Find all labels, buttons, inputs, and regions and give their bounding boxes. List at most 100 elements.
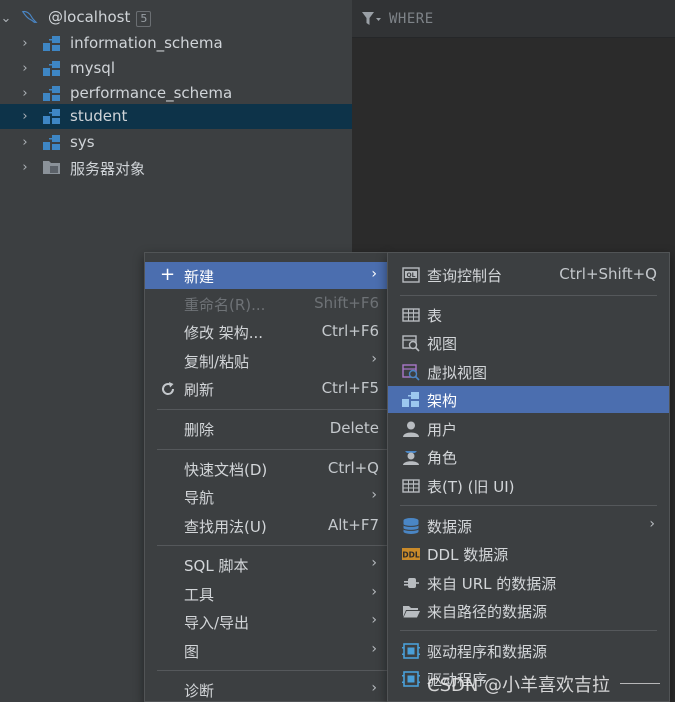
menu-item-shortcut: Ctrl+Q <box>327 459 379 477</box>
menu-item-virtual-view[interactable]: 虚拟视图 <box>388 358 669 385</box>
table-icon <box>402 308 420 322</box>
database-icon <box>403 518 419 534</box>
menu-item-schema[interactable]: 架构 <box>388 386 669 413</box>
schema-icon <box>43 109 60 124</box>
menu-item-label: 查询控制台 <box>427 267 503 285</box>
menu-item-copy-paste[interactable]: 复制/粘贴 › <box>145 347 387 374</box>
query-console-icon: QL <box>402 267 420 283</box>
menu-item-label: 图 <box>184 643 200 661</box>
chevron-right-icon[interactable]: › <box>19 109 31 124</box>
schema-count-badge: 5 <box>136 11 152 27</box>
menu-item-data-source-path[interactable]: 来自路径的数据源 <box>388 597 669 624</box>
tree-row-information-schema[interactable]: › information_schema <box>0 31 352 56</box>
menu-item-data-source-url[interactable]: 来自 URL 的数据源 <box>388 569 669 596</box>
schema-icon <box>43 86 60 101</box>
menu-item-shortcut: Ctrl+F5 <box>321 379 379 397</box>
tree-host-label: @localhost 5 <box>48 8 152 27</box>
menu-separator <box>157 545 387 546</box>
view-icon <box>402 335 420 352</box>
menu-item-diagram[interactable]: 图 › <box>145 637 387 664</box>
menu-item-drivers-and-sources[interactable]: 驱动程序和数据源 <box>388 637 669 664</box>
tree-row-student[interactable]: › student <box>0 104 352 129</box>
chevron-right-icon[interactable]: › <box>19 86 31 101</box>
chevron-right-icon: › <box>371 612 377 628</box>
chevron-right-icon: › <box>371 584 377 600</box>
menu-item-shortcut: Alt+F7 <box>327 516 379 534</box>
tree-row-server-objects[interactable]: › 服务器对象 <box>0 155 352 180</box>
svg-text:QL: QL <box>407 272 416 279</box>
menu-item-label: 表 <box>427 307 443 325</box>
driver-icon <box>402 671 420 687</box>
menu-item-modify-schema[interactable]: 修改 架构... Ctrl+F6 <box>145 318 387 345</box>
menu-item-new[interactable]: + 新建 › <box>145 262 387 289</box>
menu-item-delete[interactable]: 删除 Delete <box>145 415 387 442</box>
menu-item-label: 重命名(R)... <box>184 296 266 314</box>
role-icon <box>403 451 419 465</box>
tree-item-label: 服务器对象 <box>70 160 146 178</box>
watermark-line <box>620 683 660 684</box>
schema-icon <box>402 392 419 407</box>
menu-item-label: 查找用法(U) <box>184 518 267 536</box>
chevron-right-icon[interactable]: › <box>19 36 31 51</box>
open-folder-icon <box>403 606 420 618</box>
menu-separator <box>157 409 387 410</box>
ddl-icon: DDL <box>402 548 420 560</box>
tree-item-label: information_schema <box>70 34 223 52</box>
chevron-right-icon: › <box>371 487 377 503</box>
chevron-right-icon[interactable]: › <box>19 160 31 175</box>
menu-item-label: 角色 <box>427 449 458 467</box>
menu-item-refresh[interactable]: 刷新 Ctrl+F5 <box>145 375 387 402</box>
plus-icon: + <box>160 264 176 285</box>
menu-item-import-export[interactable]: 导入/导出 › <box>145 608 387 635</box>
menu-separator <box>400 630 657 631</box>
menu-item-shortcut: Ctrl+Shift+Q <box>559 265 657 283</box>
menu-item-navigate[interactable]: 导航 › <box>145 483 387 510</box>
menu-item-table-old-ui[interactable]: 表(T) (旧 UI) <box>388 472 669 499</box>
menu-item-label: 来自路径的数据源 <box>427 603 548 621</box>
menu-item-label: 导入/导出 <box>184 614 250 632</box>
menu-item-quick-doc[interactable]: 快速文档(D) Ctrl+Q <box>145 455 387 482</box>
menu-item-label: 复制/粘贴 <box>184 353 250 371</box>
menu-item-ddl-data-source[interactable]: DDL DDL 数据源 <box>388 540 669 567</box>
menu-item-rename[interactable]: 重命名(R)... Shift+F6 <box>145 290 387 317</box>
menu-item-label: 架构 <box>427 392 458 410</box>
menu-separator <box>157 449 387 450</box>
plug-icon <box>404 578 419 588</box>
menu-separator <box>157 670 387 671</box>
menu-item-label: 表(T) (旧 UI) <box>427 478 515 496</box>
watermark-text: CSDN @小羊喜欢吉拉 <box>427 675 611 696</box>
tree-row-localhost[interactable]: ⌄ @localhost 5 <box>0 6 352 31</box>
menu-item-role[interactable]: 角色 <box>388 443 669 470</box>
menu-item-sql-scripts[interactable]: SQL 脚本 › <box>145 551 387 578</box>
tree-row-performance-schema[interactable]: › performance_schema <box>0 81 352 106</box>
menu-item-query-console[interactable]: QL 查询控制台 Ctrl+Shift+Q <box>388 261 669 288</box>
where-label: WHERE <box>389 11 434 27</box>
menu-item-label: 工具 <box>184 586 215 604</box>
schema-icon <box>43 135 60 150</box>
menu-item-user[interactable]: 用户 <box>388 415 669 442</box>
menu-item-label: 数据源 <box>427 518 473 536</box>
menu-item-view[interactable]: 视图 <box>388 329 669 356</box>
virtual-view-icon <box>402 364 420 381</box>
refresh-icon <box>162 382 175 395</box>
chevron-right-icon[interactable]: › <box>19 61 31 76</box>
menu-item-label: 刷新 <box>184 381 215 399</box>
tree-row-mysql[interactable]: › mysql <box>0 56 352 81</box>
menu-item-table[interactable]: 表 <box>388 301 669 328</box>
menu-item-label: 驱动程序和数据源 <box>427 643 548 661</box>
menu-item-data-source[interactable]: 数据源 › <box>388 512 669 539</box>
menu-item-diagnostics[interactable]: 诊断 › <box>145 676 387 702</box>
tree-row-sys[interactable]: › sys <box>0 130 352 155</box>
menu-item-tools[interactable]: 工具 › <box>145 580 387 607</box>
filter-icon[interactable] <box>362 12 382 26</box>
menu-item-label: DDL 数据源 <box>427 546 509 564</box>
context-menu: + 新建 › 重命名(R)... Shift+F6 修改 架构... Ctrl+… <box>144 252 388 702</box>
folder-icon <box>43 161 60 174</box>
chevron-right-icon[interactable]: › <box>19 135 31 150</box>
where-filter-bar[interactable]: WHERE <box>352 0 675 38</box>
chevron-down-icon[interactable]: ⌄ <box>0 11 12 26</box>
schema-icon <box>43 61 60 76</box>
tree-item-label: mysql <box>70 59 115 77</box>
new-submenu: QL 查询控制台 Ctrl+Shift+Q 表 视图 虚拟视图 架构 用户 角色… <box>387 252 670 702</box>
menu-item-find-usages[interactable]: 查找用法(U) Alt+F7 <box>145 512 387 539</box>
